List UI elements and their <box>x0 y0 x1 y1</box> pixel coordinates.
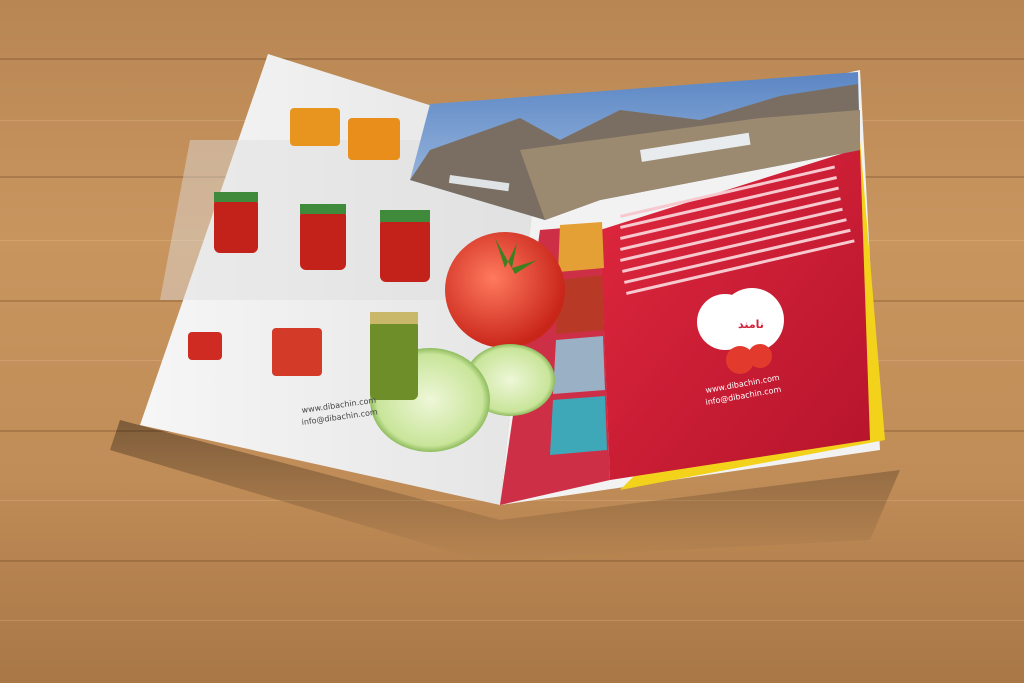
tomato-icon <box>748 344 772 368</box>
brand-name-fa: نامند <box>738 318 764 331</box>
tomato <box>445 232 565 348</box>
brochure: www.dibachin.com info@dibachin.com www.d… <box>110 54 900 560</box>
